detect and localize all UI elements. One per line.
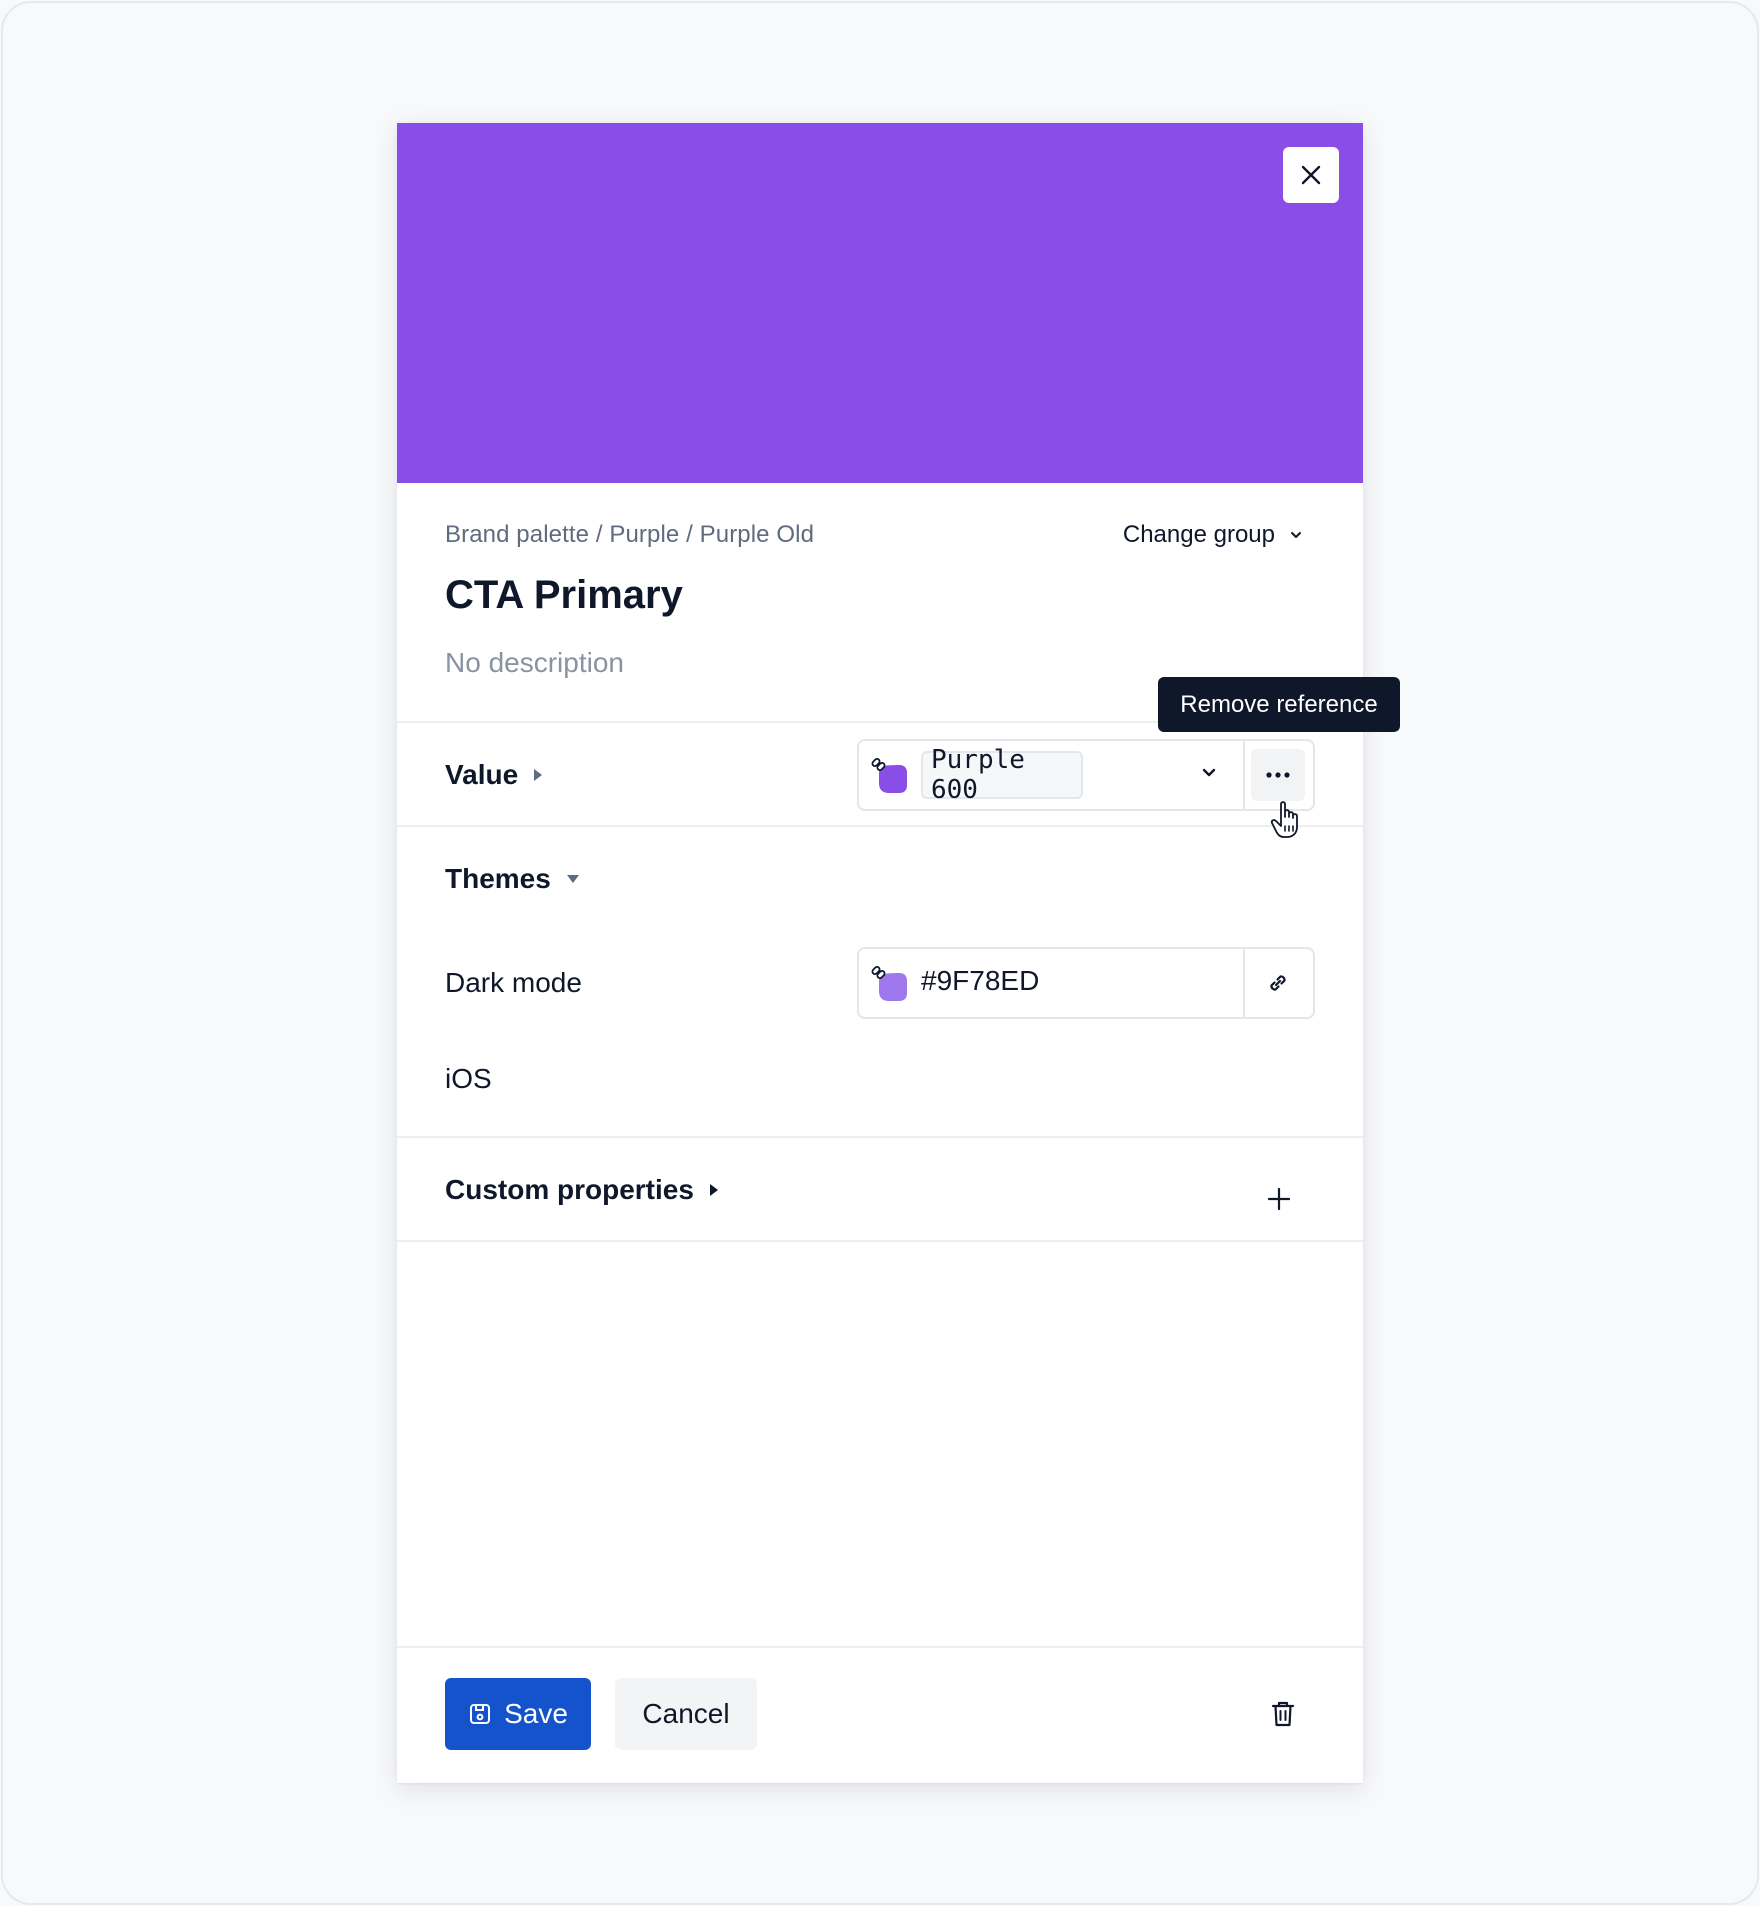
custom-properties-label: Custom properties xyxy=(445,1174,694,1205)
save-label: Save xyxy=(504,1698,568,1729)
color-preview-header xyxy=(397,123,1363,483)
divider xyxy=(397,1240,1363,1242)
panel-footer: Save Cancel xyxy=(397,1648,1363,1783)
theme-row-label: iOS xyxy=(445,1063,492,1094)
link-reference-button[interactable] xyxy=(1251,957,1305,1009)
save-button[interactable]: Save xyxy=(445,1678,591,1750)
theme-row-label: Dark mode xyxy=(445,967,582,998)
custom-properties-toggle[interactable]: Custom properties xyxy=(445,1174,720,1206)
hex-value[interactable]: #9F78ED xyxy=(921,965,1039,997)
color-swatch xyxy=(871,758,907,793)
more-options-button[interactable] xyxy=(1251,749,1305,801)
token-title[interactable]: CTA Primary xyxy=(445,573,683,618)
trash-icon xyxy=(1271,1701,1295,1727)
divider xyxy=(397,825,1363,827)
theme-value-field[interactable]: #9F78ED xyxy=(857,947,1315,1019)
value-reference-field[interactable]: Purple 600 xyxy=(857,739,1315,811)
more-horizontal-icon xyxy=(1266,772,1290,778)
plus-icon xyxy=(1267,1187,1291,1211)
token-description[interactable]: No description xyxy=(445,647,624,679)
caret-right-icon xyxy=(709,1184,718,1196)
change-group-button[interactable]: Change group xyxy=(1123,521,1303,549)
caret-right-icon xyxy=(534,769,543,781)
save-icon xyxy=(470,1704,491,1724)
link-icon xyxy=(1270,975,1286,991)
cancel-button[interactable]: Cancel xyxy=(615,1678,757,1750)
themes-section-label: Themes xyxy=(445,863,551,894)
divider xyxy=(397,1136,1363,1138)
close-icon xyxy=(1301,165,1321,185)
token-detail-panel: Brand palette / Purple / Purple Old Chan… xyxy=(397,123,1363,1783)
reference-chip[interactable]: Purple 600 xyxy=(921,745,1083,805)
remove-reference-tooltip: Remove reference xyxy=(1158,677,1400,732)
add-theme-value-button[interactable] xyxy=(1257,1177,1301,1221)
chevron-down-icon[interactable] xyxy=(1199,763,1219,783)
pointer-hand-icon xyxy=(1270,801,1298,838)
field-separator xyxy=(1243,949,1245,1017)
chevron-down-icon xyxy=(1291,532,1301,538)
delete-button[interactable] xyxy=(1263,1694,1303,1734)
value-section-label: Value xyxy=(445,759,519,790)
breadcrumb[interactable]: Brand palette / Purple / Purple Old xyxy=(445,521,814,549)
change-group-label: Change group xyxy=(1122,521,1275,548)
value-section-toggle[interactable]: Value xyxy=(445,759,544,791)
themes-section-toggle[interactable]: Themes xyxy=(445,863,581,895)
caret-down-icon xyxy=(566,875,579,883)
field-separator xyxy=(1243,741,1245,809)
close-button[interactable] xyxy=(1283,147,1339,203)
color-swatch xyxy=(871,966,907,1001)
